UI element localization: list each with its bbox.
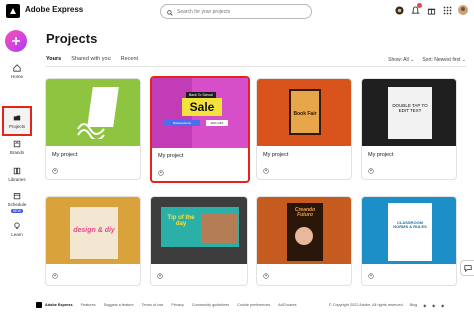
- double-tap-label: DOUBLE TAP TO EDIT TEXT: [392, 103, 428, 113]
- footer-link-features[interactable]: Features: [81, 303, 96, 307]
- user-avatar[interactable]: [458, 5, 468, 15]
- footer-link-blog[interactable]: Blog: [410, 303, 418, 308]
- project-name[interactable]: My project: [368, 152, 393, 158]
- creando-futuro-label: Creando Futuro: [294, 207, 316, 218]
- project-card[interactable]: DOUBLE TAP TO EDIT TEXT My project: [361, 78, 457, 180]
- sort-dropdown[interactable]: Sort: Newest first ⌄: [422, 57, 466, 63]
- project-thumbnail: design & diy: [46, 197, 140, 264]
- project-thumbnail: CLASSROOM NORMS & RULES: [362, 197, 456, 264]
- lightbulb-icon: [14, 222, 20, 229]
- project-thumbnail: Creando Futuro: [257, 197, 351, 264]
- left-rail: Home Projects Brands Libraries Schedule …: [0, 22, 34, 316]
- project-name[interactable]: My project: [263, 152, 288, 158]
- search-icon: [167, 3, 173, 21]
- classroom-norms-label: CLASSROOM NORMS & RULES: [393, 219, 427, 229]
- chevron-down-icon: ⌄: [461, 57, 466, 63]
- adobe-express-logo[interactable]: [6, 4, 20, 18]
- tab-divider: [46, 66, 466, 67]
- footer-copyright: © Copyright 2022 Adobe. All rights reser…: [328, 302, 404, 307]
- rail-item-label: Learn: [11, 232, 23, 237]
- footer-link-cookies[interactable]: Cookie preferences: [237, 303, 270, 307]
- share-icon[interactable]: [52, 168, 58, 174]
- notification-bell-icon[interactable]: [410, 3, 422, 15]
- rail-item-schedule[interactable]: Schedule NEW: [2, 192, 32, 213]
- apps-grid-icon[interactable]: [442, 5, 452, 15]
- project-thumbnail: Back To School Sale Backstudents 20% OFF: [152, 78, 248, 148]
- footer-link-privacy[interactable]: Privacy: [171, 303, 183, 307]
- calendar-icon: [13, 193, 21, 200]
- plus-icon: [12, 37, 20, 45]
- project-name[interactable]: My project: [158, 153, 183, 159]
- project-card[interactable]: design & diy: [45, 196, 141, 286]
- notification-badge: [417, 3, 422, 8]
- home-icon: [13, 64, 21, 72]
- share-icon[interactable]: [52, 273, 58, 279]
- chat-bubble-icon: [463, 265, 472, 272]
- brands-icon: [13, 140, 21, 148]
- design-diy-label: design & diy: [73, 226, 115, 234]
- tip-of-the-day-label: Tip of the day: [167, 215, 195, 227]
- share-icon[interactable]: [157, 273, 163, 279]
- rail-item-brands[interactable]: Brands: [2, 140, 32, 155]
- project-thumbnail: Tip of the day: [151, 197, 247, 264]
- project-card[interactable]: My project: [45, 78, 141, 180]
- footer-link-community[interactable]: Community guidelines: [192, 303, 229, 307]
- project-thumbnail: [46, 79, 140, 146]
- rail-item-label: Projects: [8, 123, 26, 129]
- libraries-icon: [13, 167, 21, 175]
- share-icon[interactable]: [368, 273, 374, 279]
- rail-item-home[interactable]: Home: [2, 64, 32, 79]
- project-card[interactable]: CLASSROOM NORMS & RULES: [361, 196, 457, 286]
- footer-link-adchoices[interactable]: AdChoices: [278, 303, 296, 307]
- show-filter-dropdown[interactable]: Show: All ⌄: [388, 57, 414, 63]
- instagram-icon[interactable]: ◆: [441, 303, 444, 308]
- feedback-button[interactable]: [460, 260, 474, 276]
- create-button[interactable]: [5, 30, 27, 52]
- share-icon[interactable]: [263, 273, 269, 279]
- page-title: Projects: [46, 31, 98, 46]
- sale-bottom-right-label: 20% OFF: [206, 120, 228, 126]
- rail-item-libraries[interactable]: Libraries: [2, 167, 32, 182]
- rail-item-label: Home: [10, 74, 23, 79]
- share-icon[interactable]: [368, 168, 374, 174]
- rail-item-label: Libraries: [8, 177, 26, 182]
- project-card[interactable]: Book Fair My project: [256, 78, 352, 180]
- facebook-icon[interactable]: ◆: [432, 303, 435, 308]
- rail-item-projects[interactable]: Projects: [2, 106, 32, 136]
- project-thumbnail: DOUBLE TAP TO EDIT TEXT: [362, 79, 456, 146]
- new-badge: NEW: [10, 209, 24, 213]
- footer-link-suggest[interactable]: Suggest a feature: [104, 303, 134, 307]
- project-name[interactable]: My project: [52, 152, 77, 158]
- share-icon[interactable]: [263, 168, 269, 174]
- footer-brand: Adobe Express: [45, 303, 73, 307]
- project-thumbnail: Book Fair: [257, 79, 351, 146]
- brand-name[interactable]: Adobe Express: [25, 5, 83, 14]
- search-input[interactable]: [177, 8, 297, 15]
- twitter-icon[interactable]: ◆: [423, 303, 426, 308]
- share-icon[interactable]: [158, 170, 164, 176]
- rail-item-label: Brands: [9, 150, 25, 155]
- sale-main-label: Sale: [182, 98, 222, 116]
- project-card[interactable]: Tip of the day: [150, 196, 248, 286]
- footer: Adobe Express Features Suggest a feature…: [36, 299, 474, 311]
- footer-logo: [36, 302, 42, 308]
- project-card-selected[interactable]: Back To School Sale Backstudents 20% OFF…: [150, 76, 250, 183]
- chevron-down-icon: ⌄: [410, 57, 415, 63]
- gift-icon[interactable]: [426, 5, 436, 15]
- book-fair-label: Book Fair: [293, 111, 317, 117]
- projects-icon: [13, 115, 21, 120]
- search-bar[interactable]: [160, 4, 312, 19]
- sale-bottom-left-label: Backstudents: [164, 120, 200, 126]
- project-card[interactable]: Creando Futuro: [256, 196, 352, 286]
- top-bar: Adobe Express: [0, 0, 474, 22]
- rail-item-learn[interactable]: Learn: [2, 222, 32, 237]
- avatar-icon[interactable]: [394, 5, 404, 15]
- rail-item-label: Schedule: [7, 202, 27, 207]
- footer-link-terms[interactable]: Terms of use: [142, 303, 164, 307]
